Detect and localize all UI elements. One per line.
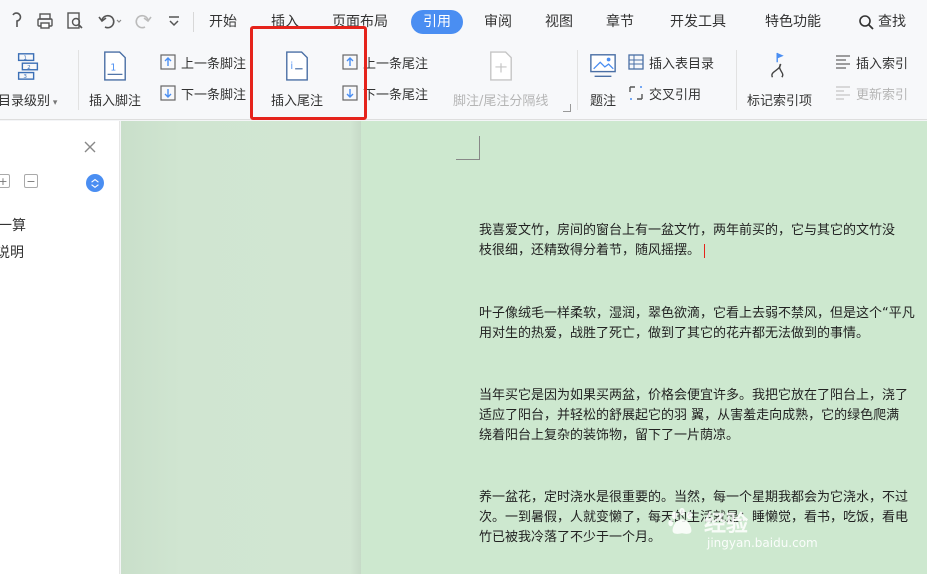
- text-line: 当年买它是因为如果买两盆，价格会便宜许多。我把它放在了阳台上，浇了: [479, 388, 909, 403]
- baidu-jingyan-watermark: 经验 jingyan.baidu.com: [666, 506, 818, 550]
- text-cursor: [704, 243, 706, 258]
- caption-button[interactable]: 题注: [587, 48, 619, 109]
- next-footnote-label: 下一条脚注: [181, 87, 247, 103]
- footnote-separator-button[interactable]: 脚注/尾注分隔线: [453, 48, 548, 109]
- search-button[interactable]: 查找: [858, 10, 906, 34]
- tab-special-features[interactable]: 特色功能: [765, 10, 821, 34]
- tab-references[interactable]: 引用: [411, 10, 463, 34]
- footnote-separator-label: 脚注/尾注分隔线: [453, 94, 549, 109]
- print-icon[interactable]: [34, 10, 56, 32]
- tab-chapter[interactable]: 章节: [606, 10, 634, 34]
- text-line: 养一盆花，定时浇水是很重要的。当然，每一个星期我都会为它浇水，不过: [479, 490, 909, 505]
- caption-icon: [587, 48, 619, 84]
- prev-footnote-button[interactable]: 上一条脚注: [159, 51, 246, 73]
- undo-icon[interactable]: [95, 10, 125, 32]
- prev-endnote-label: 上一条尾注: [363, 56, 429, 72]
- watermark-name: 经验: [704, 512, 749, 537]
- nav-heading-item[interactable]: 一算: [0, 215, 26, 235]
- wps-writer-window: 开始 插入 页面布局 引用 审阅 视图 章节 开发工具 特色功能 查找 123 …: [0, 0, 927, 574]
- toc-level-label: 目录级别: [0, 94, 51, 109]
- redo-icon[interactable]: [132, 10, 154, 32]
- insert-footnote-button[interactable]: 1 插入脚注: [89, 48, 141, 109]
- ribbon-divider: [736, 50, 737, 110]
- nav-toggle-icon[interactable]: [86, 174, 104, 192]
- navigation-pane: + − 一算 说明: [0, 121, 120, 574]
- text-line: 适应了阳台，并轻松的舒展起它的羽 翼，从害羞走向成熟，它的绿色爬满: [479, 408, 900, 423]
- menubar-divider: [193, 12, 194, 32]
- update-index-button[interactable]: 更新索引: [834, 82, 908, 104]
- menu-bar: 开始 插入 页面布局 引用 审阅 视图 章节 开发工具 特色功能 查找: [0, 0, 927, 42]
- tab-review[interactable]: 审阅: [484, 10, 512, 34]
- insert-table-toc-label: 插入表目录: [649, 56, 715, 72]
- search-icon: [859, 15, 874, 30]
- insert-table-toc-button[interactable]: 插入表目录: [627, 51, 714, 73]
- cross-reference-icon: [627, 84, 645, 102]
- text-line: 枝很细，还精致得分着节，随风摇摆。: [479, 243, 701, 258]
- svg-text:1: 1: [110, 63, 116, 74]
- footnote-dialog-launcher[interactable]: [563, 104, 571, 112]
- ribbon-divider: [78, 50, 79, 110]
- svg-text:3: 3: [23, 74, 27, 80]
- text-line: 用对生的热爱，战胜了死亡，做到了其它的花卉都无法做到的事情。: [479, 326, 870, 341]
- baidu-paw-icon: [668, 507, 693, 534]
- svg-text:2: 2: [27, 65, 31, 71]
- mark-index-entry-button[interactable]: 标记索引项: [747, 48, 812, 109]
- table-toc-icon: [627, 53, 645, 71]
- text-line: 绕着阳台上复杂的装饰物，留下了一片荫凉。: [479, 428, 740, 443]
- customize-toolbar-icon[interactable]: [164, 10, 184, 32]
- mark-index-label: 标记索引项: [747, 94, 813, 109]
- insert-index-icon: [834, 53, 852, 71]
- references-ribbon: 123 目录级别 ▾ 1 插入脚注 上一条脚注 下一条脚注 i 插入尾注 上一条…: [0, 42, 927, 120]
- svg-text:1: 1: [23, 55, 27, 61]
- tab-developer[interactable]: 开发工具: [670, 10, 726, 34]
- update-index-label: 更新索引: [856, 87, 909, 103]
- cross-reference-button[interactable]: 交叉引用: [627, 82, 701, 104]
- highlight-box: [250, 26, 367, 120]
- update-index-icon: [834, 84, 852, 102]
- ribbon-divider: [577, 50, 578, 110]
- expand-all-icon[interactable]: +: [0, 174, 10, 188]
- tab-home[interactable]: 开始: [209, 10, 237, 34]
- watermark-url: jingyan.baidu.com: [707, 536, 818, 550]
- prev-footnote-label: 上一条脚注: [181, 56, 247, 72]
- insert-footnote-label: 插入脚注: [89, 94, 142, 109]
- paragraph-2[interactable]: 叶子像绒毛一样柔软，湿润，翠色欲滴，它看上去弱不禁风，但是这个“平凡 用对生的热…: [479, 304, 915, 344]
- toc-level-button[interactable]: 123 目录级别 ▾: [0, 48, 57, 109]
- print-preview-icon[interactable]: [64, 10, 86, 32]
- toc-level-icon: 123: [12, 48, 44, 84]
- page-margin-marker: [456, 136, 480, 160]
- cross-reference-label: 交叉引用: [649, 87, 702, 103]
- paragraph-1[interactable]: 我喜爱文竹，房间的窗台上有一盆文竹，两年前买的，它与其它的文竹没 枝很细，还精致…: [479, 221, 895, 261]
- tab-view[interactable]: 视图: [545, 10, 573, 34]
- nav-heading-item[interactable]: 说明: [0, 242, 24, 262]
- prev-footnote-icon: [159, 53, 177, 71]
- close-icon[interactable]: [82, 139, 98, 155]
- mark-index-icon: [764, 48, 796, 84]
- format-painter-icon[interactable]: [6, 10, 28, 32]
- collapse-all-icon[interactable]: −: [24, 174, 38, 188]
- next-footnote-button[interactable]: 下一条脚注: [159, 82, 246, 104]
- search-label: 查找: [878, 14, 906, 30]
- footnote-icon: 1: [99, 48, 131, 84]
- next-footnote-icon: [159, 84, 177, 102]
- separator-icon: [485, 48, 517, 84]
- text-line: 我喜爱文竹，房间的窗台上有一盆文竹，两年前买的，它与其它的文竹没: [479, 223, 896, 238]
- text-line: 叶子像绒毛一样柔软，湿润，翠色欲滴，它看上去弱不禁风，但是这个“平凡: [479, 306, 915, 321]
- insert-index-label: 插入索引: [856, 56, 909, 72]
- insert-index-button[interactable]: 插入索引: [834, 51, 908, 73]
- paragraph-3[interactable]: 当年买它是因为如果买两盆，价格会便宜许多。我把它放在了阳台上，浇了 适应了阳台，…: [479, 386, 908, 446]
- caption-label: 题注: [589, 94, 616, 109]
- next-endnote-label: 下一条尾注: [363, 87, 429, 103]
